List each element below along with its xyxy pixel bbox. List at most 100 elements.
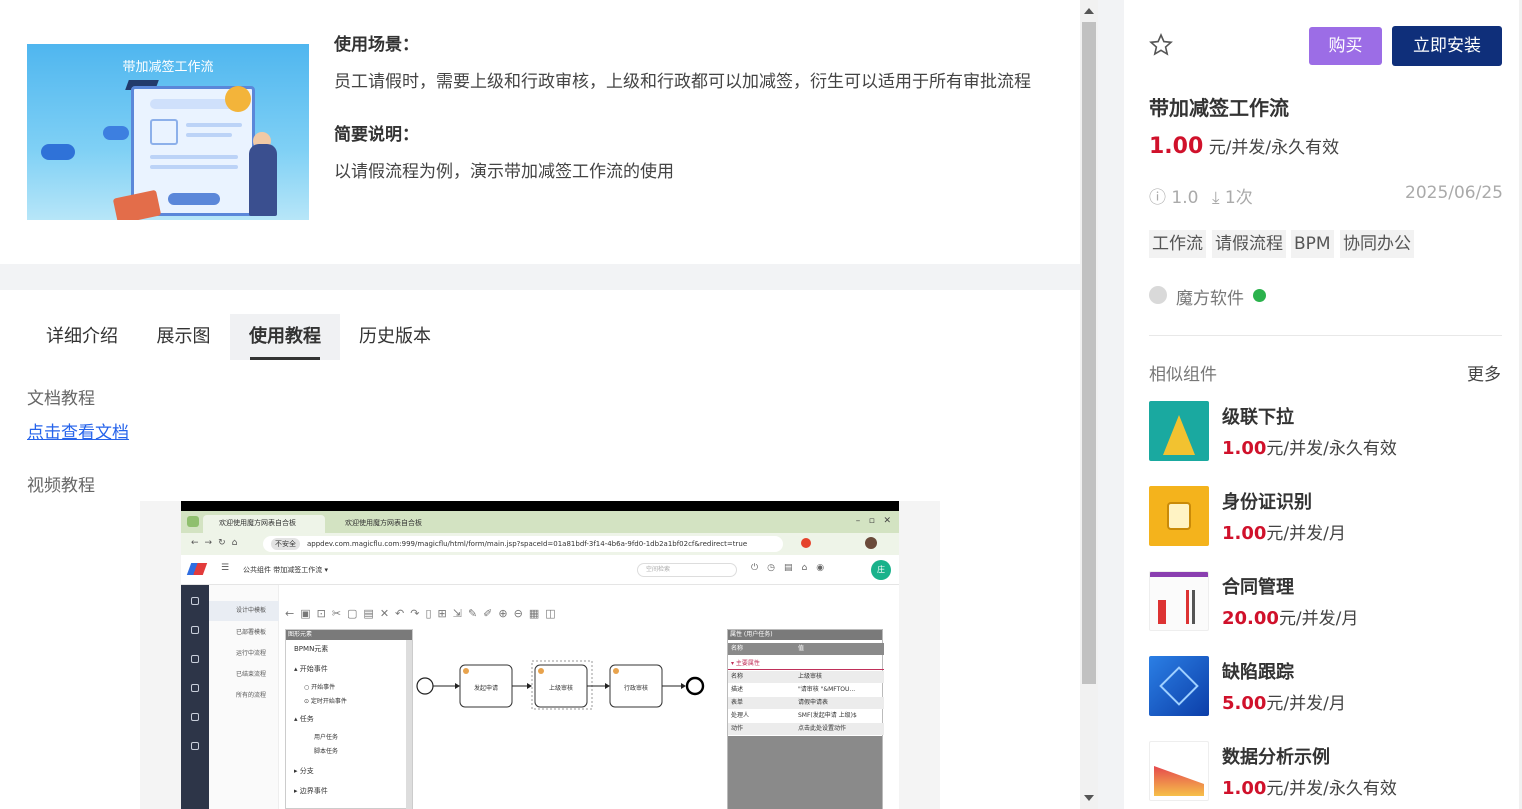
vid-palette-item: BPMN元素 bbox=[294, 645, 329, 653]
product-title: 带加减签工作流 bbox=[1149, 96, 1289, 120]
vid-props-value: 上级审核 bbox=[798, 673, 823, 680]
similar-price-unit: 元/并发/永久有效 bbox=[1266, 779, 1397, 799]
buy-button[interactable]: 购买 bbox=[1309, 27, 1382, 65]
vid-nav-menu: 设计中模板 已部署模板 运行中流程 已结束流程 所有的流程 bbox=[209, 585, 279, 809]
scroll-down-icon[interactable] bbox=[1084, 795, 1094, 801]
vid-menu-icon bbox=[187, 516, 199, 527]
favorite-star-icon[interactable] bbox=[1149, 33, 1173, 57]
vid-flow-node: 行政审核 bbox=[623, 685, 648, 692]
vid-hamburger-icon: ☰ bbox=[221, 563, 230, 573]
author-name[interactable]: 魔方软件 bbox=[1176, 284, 1244, 309]
vid-flow-node: 上级审核 bbox=[548, 685, 573, 692]
vid-props-value: "请审核 "&MFTOU... bbox=[798, 686, 856, 693]
vid-insecure-label: 不安全 bbox=[271, 538, 300, 550]
similar-price-unit: 元/并发/月 bbox=[1266, 524, 1346, 544]
tag-chip[interactable]: 请假流程 bbox=[1212, 230, 1286, 258]
tab-tutorial-label: 使用教程 bbox=[249, 326, 321, 347]
vid-palette-item: ○ 开始事件 bbox=[304, 684, 336, 691]
check-badge-icon bbox=[225, 86, 251, 112]
product-sidebar: 购买 立即安装 带加减签工作流 1.00 元/并发/永久有效 ⓘ 1.0 ⤓ 1… bbox=[1124, 0, 1522, 809]
scroll-up-icon[interactable] bbox=[1084, 8, 1094, 14]
vid-palette: 图形元素 BPMN元素 ▴ 开始事件 ○ 开始事件 ⊙ 定时开始事件 ▴ 任务 … bbox=[285, 629, 413, 809]
main-scrollbar[interactable] bbox=[1080, 0, 1098, 809]
vid-palette-item: ▸ 边界事件 bbox=[294, 787, 328, 795]
vid-palette-item: ⊙ 定时开始事件 bbox=[304, 698, 347, 705]
similar-price-amount: 1.00 bbox=[1222, 778, 1267, 799]
similar-item-name[interactable]: 合同管理 bbox=[1222, 573, 1294, 599]
scrollbar-thumb[interactable] bbox=[1082, 22, 1096, 684]
tab-tutorial[interactable]: 使用教程 bbox=[230, 314, 340, 360]
price-amount: 1.00 bbox=[1149, 134, 1204, 159]
version-value: 1.0 bbox=[1171, 188, 1199, 208]
similar-item-name[interactable]: 数据分析示例 bbox=[1222, 743, 1330, 769]
install-button[interactable]: 立即安装 bbox=[1392, 26, 1502, 66]
vid-palette-item: 用户任务 bbox=[314, 734, 339, 741]
vid-nav-item: 运行中流程 bbox=[236, 650, 267, 657]
vid-url: 不安全 appdev.com.magicflu.com:999/magicflu… bbox=[263, 536, 783, 552]
tag-chip[interactable]: 协同办公 bbox=[1340, 230, 1414, 258]
chat-bubble-icon bbox=[41, 144, 75, 160]
more-link[interactable]: 更多 bbox=[1467, 360, 1501, 385]
tag-chip[interactable]: BPM bbox=[1291, 230, 1334, 258]
version-meta: ⓘ 1.0 bbox=[1149, 183, 1198, 208]
vid-url-text: appdev.com.magicflu.com:999/magicflu/htm… bbox=[307, 540, 748, 548]
similar-price-unit: 元/并发/月 bbox=[1278, 609, 1359, 629]
similar-item-name[interactable]: 缺陷跟踪 bbox=[1222, 658, 1294, 684]
vid-nav-item: 已部署模板 bbox=[236, 629, 267, 636]
vid-flow-canvas: 发起申请 上级审核 行政审核 bbox=[413, 629, 721, 809]
vid-props-key: 动作 bbox=[731, 725, 744, 732]
video-player[interactable]: 欢迎使用魔方网表自合板 欢迎使用魔方网表自合板 – ▫ ✕ ←→↻⌂ 不安全 a… bbox=[140, 501, 940, 809]
vid-logo-icon bbox=[186, 563, 208, 575]
vid-side-rail bbox=[181, 585, 209, 809]
vid-nav-item: 设计中模板 bbox=[209, 601, 279, 621]
similar-thumb-contract[interactable] bbox=[1149, 571, 1209, 631]
downloads-value: 1次 bbox=[1224, 188, 1253, 208]
thumbnail-title: 带加减签工作流 bbox=[122, 60, 214, 75]
view-doc-link[interactable]: 点击查看文档 bbox=[27, 418, 129, 443]
divider bbox=[1149, 335, 1502, 336]
similar-item-name[interactable]: 级联下拉 bbox=[1222, 403, 1294, 429]
vid-breadcrumb: 公共组件 带加减签工作流 ▾ bbox=[243, 566, 328, 574]
publish-date: 2025/06/25 bbox=[1405, 183, 1503, 203]
vid-props-section: ▾ 主要属性 bbox=[731, 660, 760, 667]
doc-tutorial-heading: 文档教程 bbox=[27, 389, 95, 409]
vid-props-key: 描述 bbox=[731, 686, 744, 693]
vid-app-header: ☰ 公共组件 带加减签工作流 ▾ 空间检索 ⏻◷▤⌂◉ 庄 bbox=[181, 555, 899, 585]
vid-palette-title: 图形元素 bbox=[286, 630, 412, 640]
active-tab-underline bbox=[250, 357, 320, 360]
info-icon: ⓘ bbox=[1149, 188, 1166, 208]
similar-price-amount: 1.00 bbox=[1222, 523, 1267, 544]
product-summary: 带加减签工作流 使用场景： 员工请假时，需要上级和行政审核，上级和行政都可以加减… bbox=[0, 0, 1080, 264]
tag-chip[interactable]: 工作流 bbox=[1149, 230, 1206, 258]
similar-item-name[interactable]: 身份证识别 bbox=[1222, 488, 1312, 514]
tab-detail[interactable]: 详细介绍 bbox=[27, 314, 137, 360]
video-frame: 欢迎使用魔方网表自合板 欢迎使用魔方网表自合板 – ▫ ✕ ←→↻⌂ 不安全 a… bbox=[181, 501, 899, 809]
tabs-panel: 详细介绍 展示图 使用教程 历史版本 文档教程 点击查看文档 视频教程 欢迎使用… bbox=[0, 290, 1080, 809]
similar-item-price: 1.00元/并发/永久有效 bbox=[1222, 774, 1397, 799]
vid-props-col: 名称 bbox=[731, 645, 744, 652]
vid-palette-item: ▴ 开始事件 bbox=[294, 665, 328, 673]
similar-thumb-defect[interactable] bbox=[1149, 656, 1209, 716]
vid-header-icons: ⏻◷▤⌂◉ bbox=[751, 563, 834, 573]
verified-badge-icon bbox=[1253, 289, 1266, 302]
similar-thumb-idcard[interactable] bbox=[1149, 486, 1209, 546]
vid-avatar: 庄 bbox=[871, 560, 891, 580]
vid-editor-toolbar: ←▣⊡✂▢▤✕↶↷▯⊞⇲✎✐⊕⊖▦◫ bbox=[285, 607, 562, 620]
vid-profile-icon bbox=[865, 537, 877, 549]
similar-item-price: 20.00元/并发/月 bbox=[1222, 604, 1358, 629]
downloads-meta: ⤓ 1次 bbox=[1212, 183, 1253, 208]
vid-browser-tab: 欢迎使用魔方网表自合板 bbox=[345, 519, 422, 527]
chat-bubble-icon bbox=[103, 126, 129, 140]
similar-thumb-analytics[interactable] bbox=[1149, 741, 1209, 801]
vid-address-bar: ←→↻⌂ 不安全 appdev.com.magicflu.com:999/mag… bbox=[181, 533, 899, 555]
vid-nav-item: 所有的流程 bbox=[236, 692, 267, 699]
similar-price-unit: 元/并发/永久有效 bbox=[1266, 439, 1397, 459]
tab-history[interactable]: 历史版本 bbox=[340, 314, 450, 360]
vid-nav-item: 已结束流程 bbox=[236, 671, 267, 678]
tab-screenshots[interactable]: 展示图 bbox=[137, 314, 230, 360]
stamp-icon bbox=[112, 189, 162, 220]
vid-props-key: 名称 bbox=[731, 673, 744, 680]
vid-props-value: 请假申请表 bbox=[798, 699, 829, 706]
similar-thumb-cascade[interactable] bbox=[1149, 401, 1209, 461]
person-illustration bbox=[249, 144, 277, 216]
